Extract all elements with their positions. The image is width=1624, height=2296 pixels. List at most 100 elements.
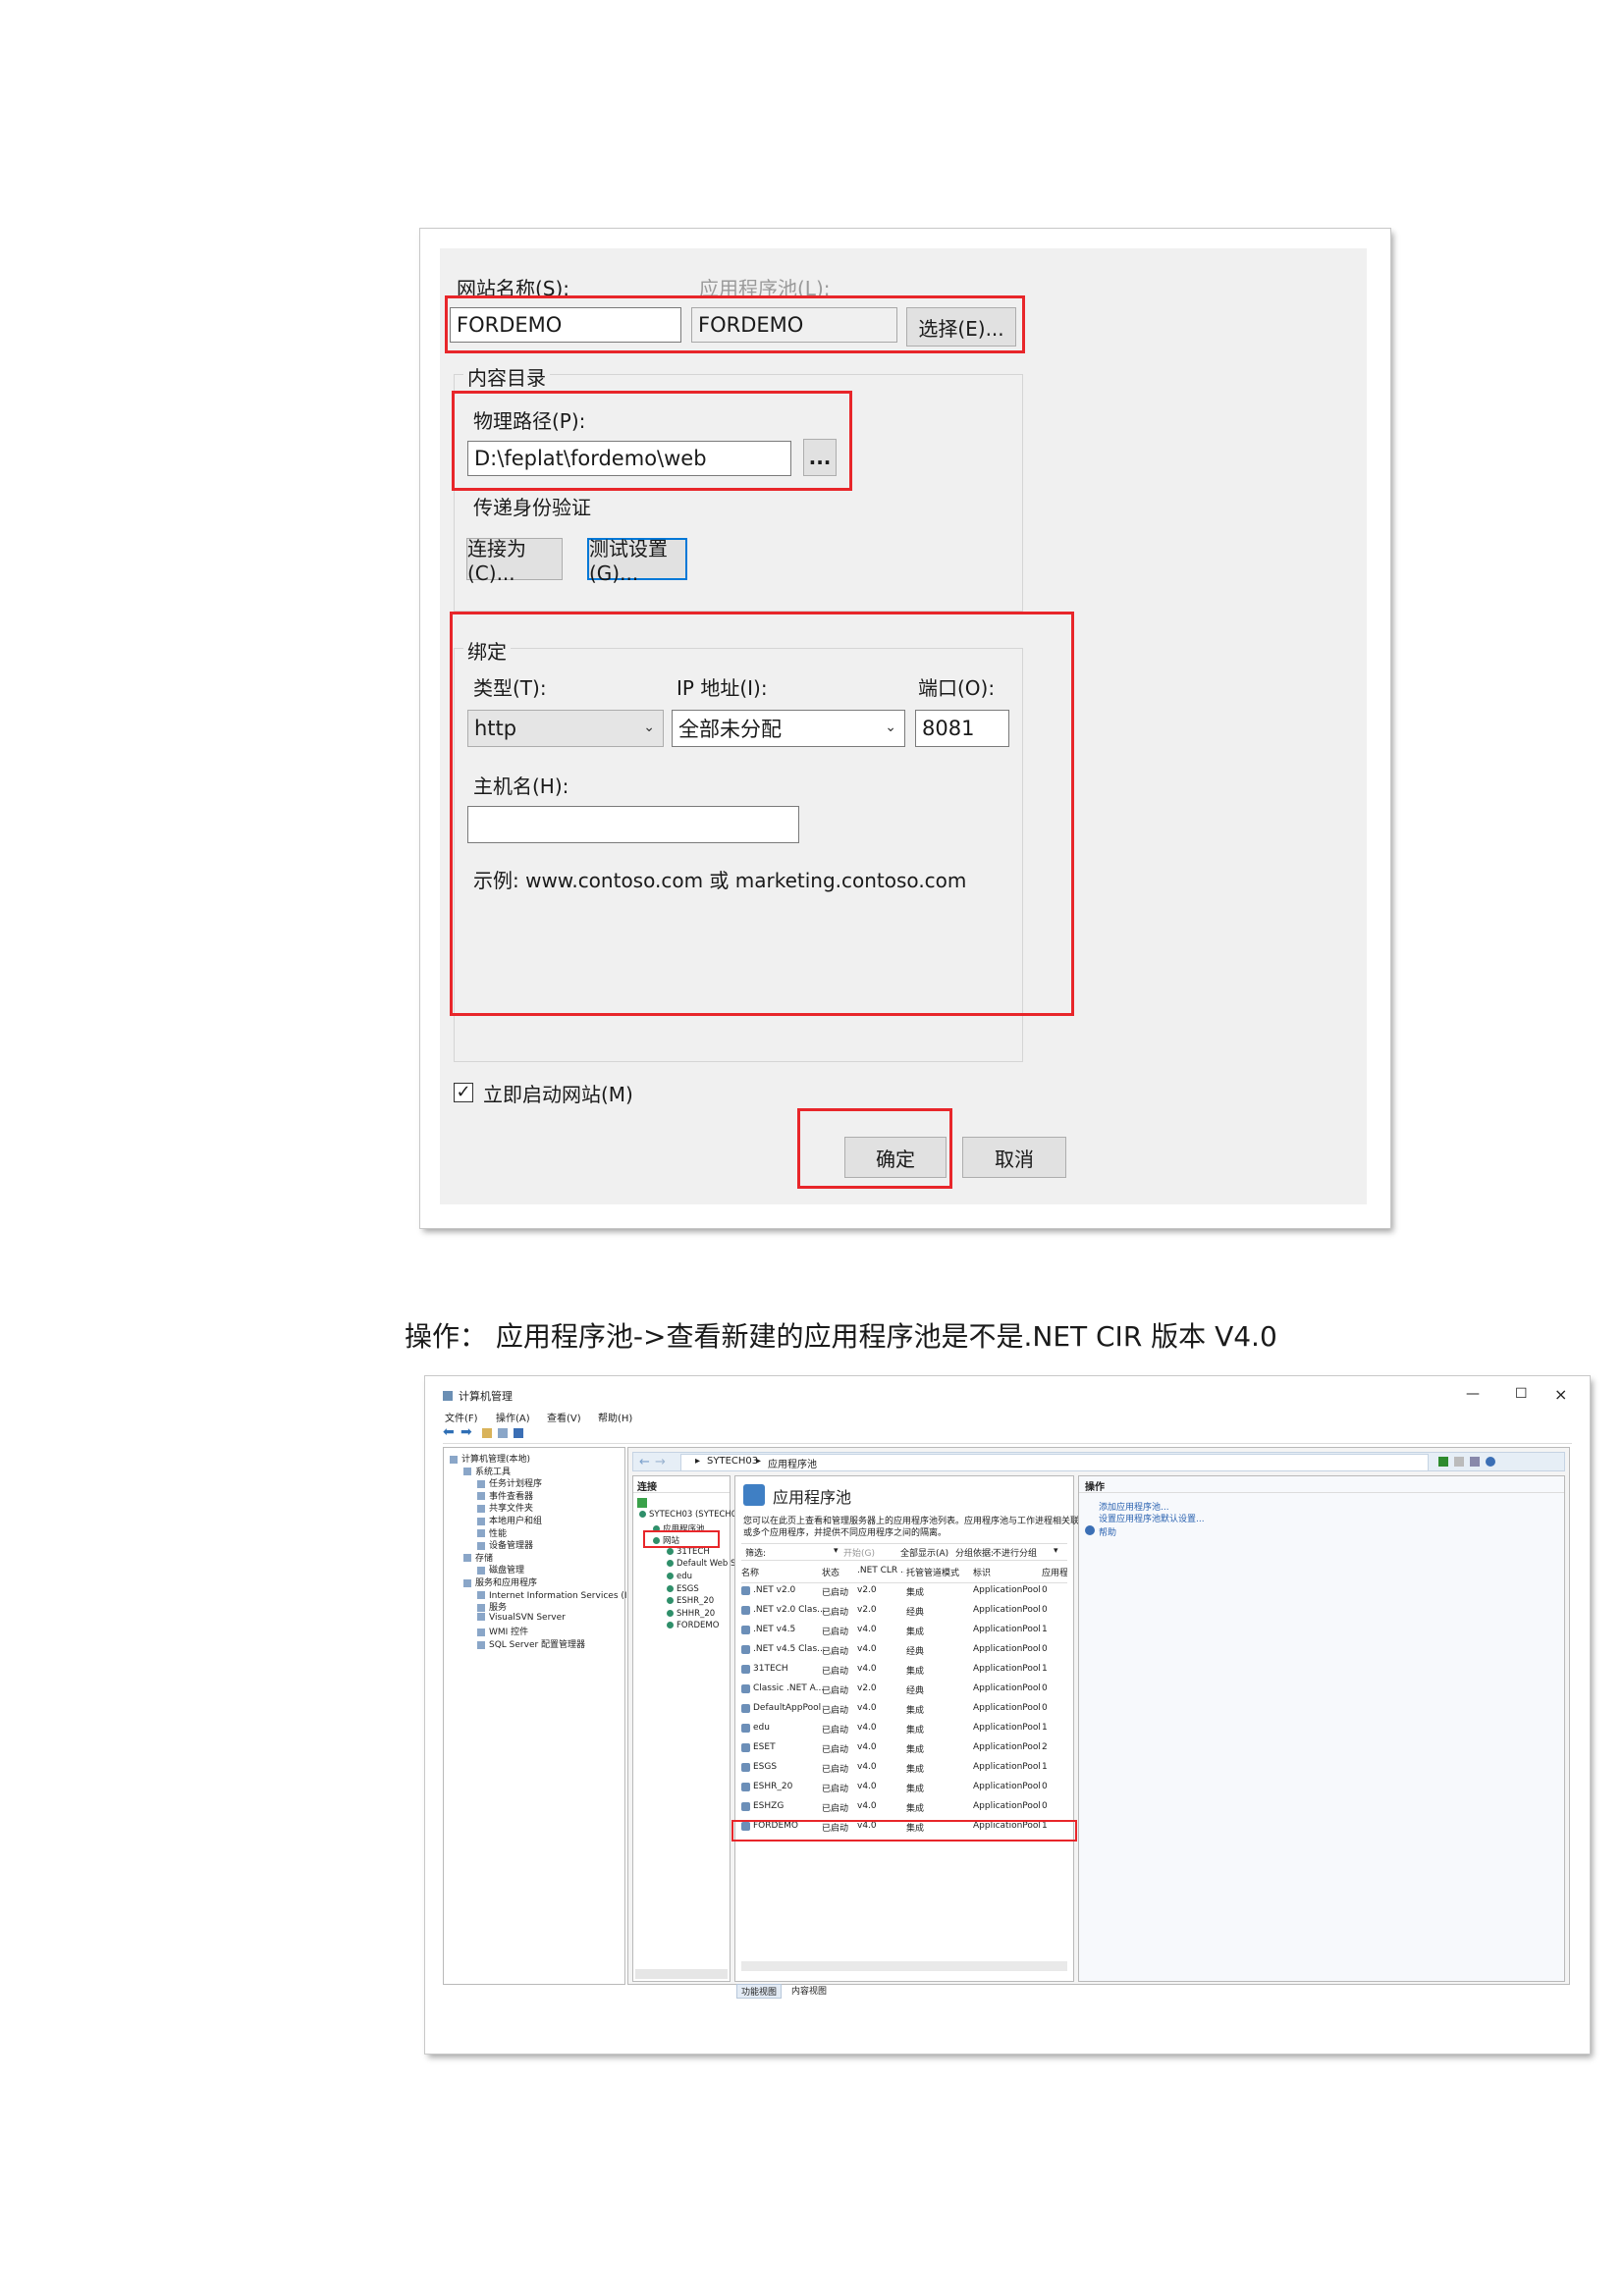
table-row[interactable]: Classic .NET A... 已启动 v2.0 经典 ApplicationPoo…	[741, 1681, 1067, 1700]
group-by-select[interactable]: 不进行分组	[993, 1546, 1037, 1559]
breadcrumb-server[interactable]: SYTECH03	[707, 1456, 758, 1467]
tree-item[interactable]: 设备管理器	[477, 1538, 533, 1551]
table-row[interactable]: .NET v4.5 Clas... 已启动 v4.0 经典 ApplicationPoo…	[741, 1641, 1067, 1661]
table-horizontal-scrollbar[interactable]	[741, 1961, 1067, 1971]
breadcrumb[interactable]: ▸ SYTECH03 ▸ 应用程序池	[680, 1454, 1429, 1471]
tree-item[interactable]: 磁盘管理	[477, 1563, 524, 1575]
filter-start-button[interactable]: 开始(G)	[843, 1546, 875, 1559]
connections-tree-item[interactable]: Default Web S	[667, 1559, 735, 1569]
connect-icon[interactable]	[637, 1498, 647, 1508]
tree-item[interactable]: 存储	[463, 1551, 493, 1564]
tree-item[interactable]: 共享文件夹	[477, 1501, 533, 1514]
table-row[interactable]: ESGS 已启动 v4.0 集成 ApplicationPooll...1	[741, 1759, 1067, 1779]
help-icon[interactable]	[514, 1428, 523, 1438]
tree-item[interactable]: 服务和应用程序	[463, 1575, 537, 1588]
tree-item[interactable]: SQL Server 配置管理器	[477, 1637, 585, 1650]
group-by-label: 分组依据:	[955, 1549, 995, 1559]
table-cell: 0	[1042, 1782, 1048, 1791]
forward-arrow-icon[interactable]: ➡	[460, 1424, 472, 1440]
breadcrumb-sep-icon: ▸	[695, 1456, 701, 1467]
close-button[interactable]: ×	[1554, 1385, 1567, 1404]
action-set-defaults[interactable]: 设置应用程序池默认设置...	[1099, 1512, 1205, 1524]
connections-tree-item[interactable]: 31TECH	[667, 1547, 710, 1557]
column-header[interactable]: 托管管道模式	[906, 1566, 971, 1578]
connections-tree-item[interactable]: ESHR_20	[667, 1596, 714, 1606]
connections-tree-label: SHHR_20	[677, 1608, 716, 1619]
table-row[interactable]: edu 已启动 v4.0 集成 ApplicationPooll...1	[741, 1720, 1067, 1739]
tree-item-label: 性能	[489, 1528, 508, 1539]
back-arrow-icon[interactable]: ⬅	[443, 1424, 455, 1440]
table-cell: ApplicationPooll...	[973, 1723, 1040, 1733]
menu-action[interactable]: 操作(A)	[496, 1410, 530, 1424]
globe-icon	[667, 1622, 674, 1629]
folder-icon[interactable]	[482, 1428, 492, 1438]
table-row[interactable]: 31TECH 已启动 v4.0 集成 ApplicationPooll...1	[741, 1661, 1067, 1681]
highlight-binding	[450, 612, 1074, 1016]
test-settings-button[interactable]: 测试设置(G)...	[587, 537, 687, 585]
connections-tree-item[interactable]: edu	[667, 1572, 692, 1581]
table-row[interactable]: ESHR_20 已启动 v4.0 集成 ApplicationPooll...0	[741, 1779, 1067, 1798]
start-now-checkbox[interactable]: ✓	[454, 1083, 473, 1102]
table-cell: 已启动	[822, 1785, 849, 1794]
tree-item[interactable]: 系统工具	[463, 1465, 511, 1477]
tree-item[interactable]: 性能	[477, 1526, 507, 1539]
table-row[interactable]: DefaultAppPool已启动 v4.0 集成 ApplicationPooll.…	[741, 1700, 1067, 1720]
globe-icon	[667, 1597, 674, 1605]
chevron-down-icon[interactable]: ▾	[1054, 1546, 1058, 1556]
tree-item[interactable]: 计算机管理(本地)	[450, 1452, 530, 1465]
menu-view[interactable]: 查看(V)	[547, 1410, 581, 1424]
table-row[interactable]: ESHZG 已启动 v4.0 集成 ApplicationPooll...0	[741, 1798, 1067, 1818]
table-row[interactable]: .NET v2.0 已启动 v2.0 集成 ApplicationPooll...0	[741, 1582, 1067, 1602]
tab-features-view[interactable]: 功能视图	[736, 1984, 783, 1999]
table-cell: .NET v2.0 Clas...	[753, 1605, 826, 1615]
tree-item[interactable]: 服务	[477, 1600, 507, 1613]
app-pool-icon	[741, 1743, 750, 1752]
table-cell: 集成	[906, 1588, 925, 1598]
column-header[interactable]: 标识	[973, 1566, 1040, 1578]
minimize-button[interactable]: —	[1466, 1386, 1480, 1402]
column-header[interactable]: 应用程序	[1042, 1566, 1067, 1578]
console-tree-icon[interactable]	[498, 1428, 508, 1438]
stop-icon[interactable]	[1454, 1457, 1464, 1467]
home-icon[interactable]	[1470, 1457, 1480, 1467]
tree-item[interactable]: 本地用户和组	[477, 1514, 542, 1526]
refresh-icon[interactable]	[1438, 1457, 1448, 1467]
connections-tree-item[interactable]: SHHR_20	[667, 1609, 715, 1619]
table-cell: ApplicationPooll...	[973, 1644, 1040, 1654]
column-header[interactable]: 状态	[822, 1566, 855, 1578]
tree-node-icon	[477, 1517, 485, 1525]
tree-item-label: 服务	[489, 1603, 508, 1614]
table-row[interactable]: .NET v4.5 已启动 v4.0 集成 ApplicationPooll...1	[741, 1622, 1067, 1641]
column-header[interactable]: 名称	[741, 1566, 820, 1578]
connections-tree-item[interactable]: FORDEMO	[667, 1621, 719, 1630]
connect-as-button[interactable]: 连接为(C)...	[466, 537, 563, 585]
tree-item[interactable]: 事件查看器	[477, 1489, 533, 1502]
back-arrow-icon[interactable]: ←	[639, 1455, 650, 1469]
tree-item[interactable]: VisualSVN Server	[477, 1613, 566, 1623]
table-cell: v4.0	[857, 1762, 877, 1772]
table-row[interactable]: ESET 已启动 v4.0 集成 ApplicationPooll...2	[741, 1739, 1067, 1759]
show-all-button[interactable]: 全部显示(A)	[900, 1546, 948, 1559]
maximize-button[interactable]: ☐	[1515, 1386, 1528, 1402]
cancel-button[interactable]: 取消	[962, 1137, 1066, 1178]
tree-item[interactable]: 任务计划程序	[477, 1476, 542, 1489]
table-cell: ESHZG	[753, 1801, 785, 1811]
forward-arrow-icon[interactable]: →	[655, 1455, 666, 1469]
tab-content-view[interactable]: 内容视图	[791, 1984, 827, 1997]
menu-help[interactable]: 帮助(H)	[598, 1410, 632, 1424]
tree-item[interactable]: WMI 控件	[477, 1625, 528, 1637]
table-row[interactable]: .NET v2.0 Clas... 已启动 v2.0 经典 ApplicationPoo…	[741, 1602, 1067, 1622]
column-header[interactable]: .NET CLR ...	[857, 1566, 904, 1575]
action-help[interactable]: 帮助	[1099, 1525, 1116, 1538]
chevron-down-icon[interactable]: ▾	[834, 1546, 839, 1556]
connections-tree-item[interactable]: ESGS	[667, 1584, 699, 1594]
table-cell: v4.0	[857, 1644, 877, 1654]
menu-file[interactable]: 文件(F)	[445, 1410, 478, 1424]
breadcrumb-pools[interactable]: 应用程序池	[768, 1456, 817, 1470]
connections-tree-item[interactable]: SYTECH03 (SYTECH0	[639, 1510, 736, 1520]
horizontal-scrollbar[interactable]	[635, 1969, 728, 1979]
app-pool-icon	[741, 1586, 750, 1595]
table-cell: ApplicationPooll...	[973, 1762, 1040, 1772]
table-cell: 已启动	[822, 1765, 849, 1775]
help-icon[interactable]	[1486, 1457, 1495, 1467]
